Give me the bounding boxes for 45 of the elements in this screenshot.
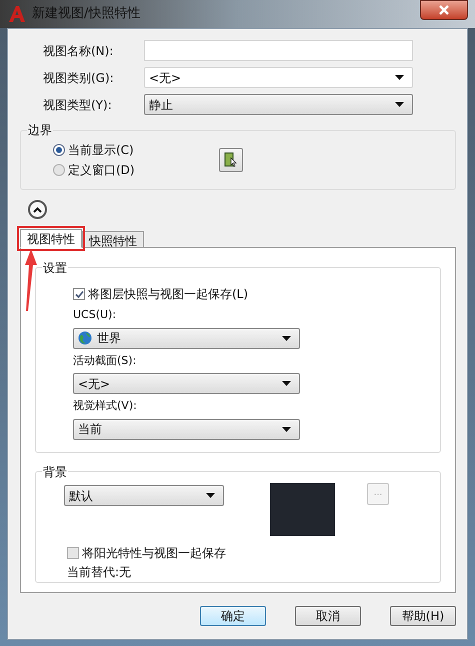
dialog-button[interactable]: 帮助(H): [390, 606, 456, 626]
dropdown-caret-icon: [206, 493, 215, 498]
override-text: 当前替代:无: [66, 564, 132, 581]
radio-button[interactable]: [53, 164, 65, 176]
checkbox-label: 将图层快照与视图一起保存(L): [88, 286, 248, 303]
dialog-button[interactable]: 确定: [200, 606, 266, 626]
dropdown-caret-icon: [395, 75, 404, 80]
name-input[interactable]: [144, 40, 413, 61]
window-title: 新建视图/快照特性: [32, 5, 140, 24]
field-label: 视图类别(G):: [43, 70, 115, 86]
radio-label: 当前显示(C): [68, 142, 134, 159]
chevron-up-icon: [33, 206, 42, 212]
radio-button[interactable]: [53, 144, 65, 156]
tab[interactable]: 快照特性: [82, 231, 144, 248]
dropdown-caret-icon: [282, 336, 291, 340]
tab[interactable]: 视图特性: [20, 229, 82, 248]
field-label: UCS(U):: [73, 307, 118, 323]
dropdown-caret-icon: [282, 426, 291, 432]
dialog-button[interactable]: 取消: [295, 606, 361, 626]
globe-icon: [78, 331, 92, 345]
dropdown-field[interactable]: 世界: [73, 328, 300, 348]
radio-label: 定义窗口(D): [68, 162, 135, 179]
checkbox[interactable]: [67, 547, 79, 559]
annotation-arrow: [24, 249, 38, 311]
app-logo-icon: [8, 5, 26, 23]
dropdown-field[interactable]: <无>: [73, 373, 300, 394]
collapse-button[interactable]: [28, 200, 47, 219]
field-label: 视图类型(Y):: [43, 96, 113, 114]
field-label: 视图名称(N):: [43, 42, 114, 60]
close-icon: [439, 5, 449, 15]
window-cursor-icon: [224, 152, 238, 168]
dropdown-field[interactable]: 默认: [64, 485, 224, 506]
field-label: 活动截面(S):: [73, 352, 138, 368]
checkbox-label: 将阳光特性与视图一起保存: [82, 545, 226, 562]
dropdown-caret-icon: [282, 381, 291, 386]
dropdown-field[interactable]: <无>: [144, 67, 413, 88]
close-button[interactable]: [420, 0, 468, 20]
dropdown-field[interactable]: 静止: [144, 94, 413, 115]
dropdown-caret-icon: [395, 102, 404, 107]
dropdown-field[interactable]: 当前: [73, 418, 300, 440]
field-label: 视觉样式(V):: [73, 398, 138, 414]
pick-window-button[interactable]: [218, 148, 243, 172]
background-swatch: [270, 483, 335, 536]
checkbox[interactable]: [73, 288, 85, 300]
group-title: 背景: [42, 463, 68, 481]
